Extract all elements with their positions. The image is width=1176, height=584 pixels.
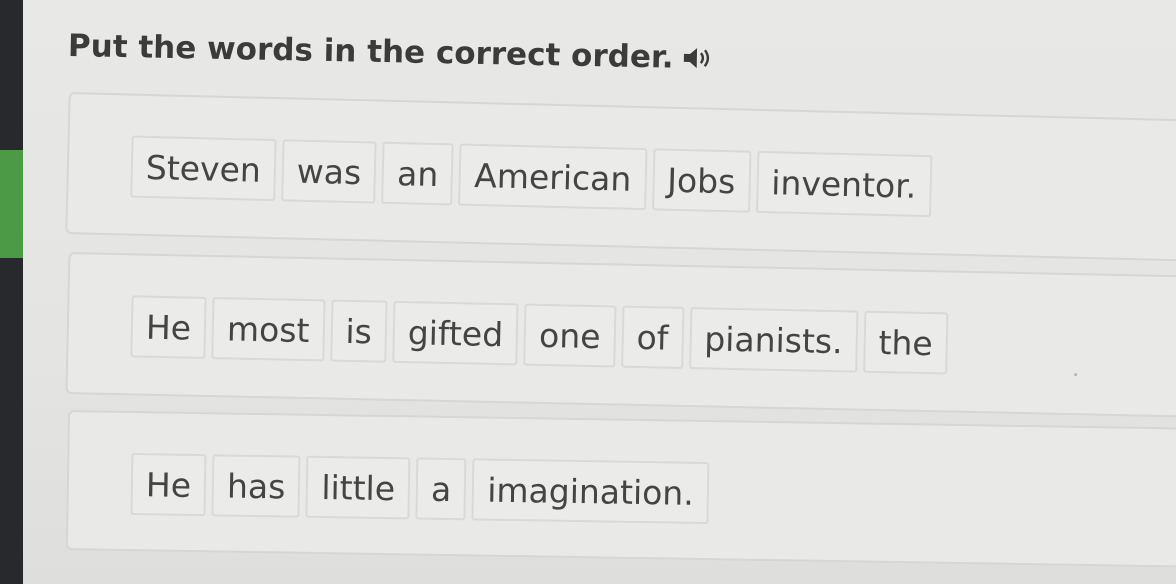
word-tile[interactable]: gifted [392, 300, 519, 366]
word-tile[interactable]: most [211, 297, 326, 362]
word-tile[interactable]: an [381, 141, 455, 206]
left-sidebar [0, 0, 23, 584]
word-tile[interactable]: imagination. [471, 458, 710, 525]
word-tile[interactable]: Steven [130, 135, 277, 202]
word-tile[interactable]: little [305, 455, 411, 520]
word-tile[interactable]: the [862, 310, 949, 375]
word-tile[interactable]: inventor. [755, 150, 933, 218]
word-bank-2: He most is gifted one of pianists. the [130, 295, 949, 375]
word-tile[interactable]: He [130, 453, 207, 517]
word-tile[interactable]: pianists. [688, 307, 859, 373]
word-bank-3: He has little a imagination. [130, 453, 710, 525]
word-tile[interactable]: is [329, 299, 388, 363]
word-tile[interactable]: of [620, 305, 685, 369]
sentence-card-1: Steven was an American Jobs inventor. [65, 92, 1176, 262]
sentence-card-2: He most is gifted one of pianists. the [65, 252, 1176, 418]
speaker-icon[interactable] [681, 45, 715, 72]
word-tile[interactable]: has [211, 454, 301, 518]
word-tile[interactable]: He [130, 295, 207, 359]
word-bank-1: Steven was an American Jobs inventor. [130, 135, 933, 218]
decorative-dot [1074, 373, 1078, 377]
word-tile[interactable]: was [281, 139, 377, 204]
word-tile[interactable]: a [415, 457, 467, 521]
word-tile[interactable]: one [523, 303, 617, 368]
sidebar-active-indicator [0, 150, 23, 258]
word-tile[interactable]: American [458, 143, 648, 211]
sentence-card-3: He has little a imagination. [65, 410, 1176, 568]
word-tile[interactable]: Jobs [651, 148, 752, 213]
